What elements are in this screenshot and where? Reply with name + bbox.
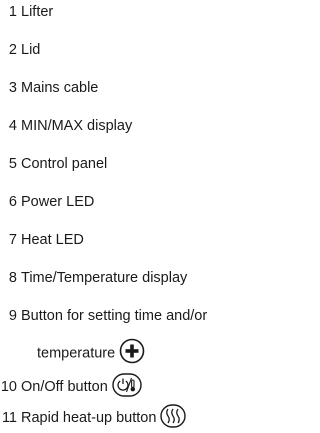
- legend-item-8: 8 Time/Temperature display: [0, 269, 187, 287]
- legend-item-10: 10 On/Off button: [0, 373, 142, 402]
- item-label: Time/Temperature display: [21, 270, 188, 286]
- legend-item-5: 5 Control panel: [0, 155, 107, 173]
- legend-item-7: 7 Heat LED: [0, 231, 84, 249]
- item-label: Control panel: [21, 156, 108, 172]
- item-number: 8: [8, 270, 17, 286]
- legend-item-4: 4 MIN/MAX display: [0, 117, 132, 135]
- legend-item-3: 3 Mains cable: [0, 79, 98, 97]
- legend-item-2: 2 Lid: [0, 41, 40, 59]
- item-number: 7: [8, 232, 17, 248]
- item-number: 3: [8, 80, 17, 96]
- power-thermometer-icon: [112, 373, 142, 402]
- legend-item-9-continuation: temperature: [37, 338, 145, 369]
- item-number: 10: [0, 379, 17, 396]
- item-number: 9: [8, 308, 17, 324]
- item-label-continued: temperature: [37, 345, 116, 362]
- item-label: On/Off button: [21, 379, 108, 396]
- item-number: 5: [8, 156, 17, 172]
- item-number: 6: [8, 194, 17, 210]
- item-number: 1: [8, 4, 17, 20]
- item-label: Mains cable: [21, 80, 99, 96]
- plus-circle-icon: [119, 338, 145, 369]
- item-number: 11: [1, 410, 17, 427]
- legend-item-1: 1 Lifter: [0, 3, 53, 21]
- legend-item-11: 11 Rapid heat-up button: [0, 404, 187, 433]
- heat-waves-icon: [160, 404, 187, 433]
- item-label: Power LED: [21, 194, 95, 210]
- item-label: Rapid heat-up button: [21, 410, 157, 427]
- item-number: 4: [8, 118, 17, 134]
- item-label: Heat LED: [21, 232, 84, 248]
- item-label: Lid: [21, 42, 41, 58]
- legend-item-6: 6 Power LED: [0, 193, 94, 211]
- item-label: Button for setting time and/or: [21, 308, 208, 324]
- item-label: Lifter: [21, 4, 54, 20]
- legend-item-9: 9 Button for setting time and/or: [0, 307, 207, 325]
- item-number: 2: [8, 42, 17, 58]
- item-label: MIN/MAX display: [21, 118, 133, 134]
